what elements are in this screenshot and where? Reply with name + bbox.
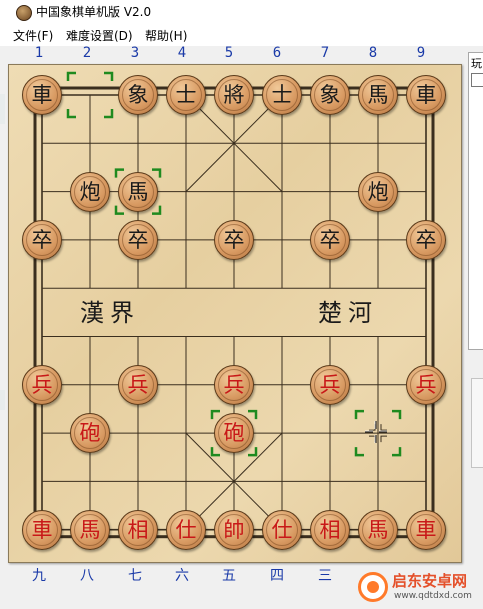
crosshair-cursor-icon [365,421,387,443]
red-piece[interactable]: 砲 [70,413,110,454]
black-piece[interactable]: 卒 [22,219,62,260]
selection-marker [354,447,364,457]
selection-marker [104,109,114,119]
watermark-logo-icon [358,572,388,602]
selection-marker [152,168,162,178]
black-piece[interactable]: 士 [166,75,206,115]
black-piece[interactable]: 士 [262,75,302,115]
black-piece[interactable]: 車 [22,75,62,115]
column-label-cn: 六 [175,568,189,584]
red-piece[interactable]: 車 [22,509,62,550]
red-piece[interactable]: 仕 [262,509,302,550]
black-piece[interactable]: 卒 [406,219,446,260]
red-piece[interactable]: 兵 [22,364,62,405]
watermark-title: 启东安卓网 [392,572,468,590]
black-piece[interactable]: 炮 [70,171,110,212]
side-panel-checkbox[interactable] [471,73,483,87]
black-piece[interactable]: 象 [118,75,158,115]
red-piece[interactable]: 相 [118,509,158,550]
red-piece[interactable]: 兵 [118,364,158,405]
black-piece[interactable]: 將 [214,75,254,115]
red-piece[interactable]: 馬 [70,509,110,550]
column-label-cn: 三 [318,568,332,584]
column-label-cn: 九 [32,568,46,584]
red-piece[interactable]: 砲 [214,413,254,454]
side-panel-label: 玩 [471,57,482,70]
red-piece[interactable]: 馬 [358,509,398,550]
selection-marker [210,447,220,457]
selection-marker [66,71,76,81]
watermark: 启东安卓网 www.qdtdxd.com [358,570,483,606]
black-piece[interactable]: 卒 [310,219,350,260]
column-label-cn: 七 [128,568,142,584]
side-panel [468,52,483,350]
selection-marker [114,205,124,215]
red-piece[interactable]: 車 [406,509,446,550]
column-label-cn: 四 [270,568,284,584]
selection-marker [104,71,114,81]
selection-marker [392,409,402,420]
red-piece[interactable]: 相 [310,509,350,550]
selection-marker [66,109,76,119]
red-piece[interactable]: 兵 [310,364,350,405]
red-piece[interactable]: 仕 [166,509,206,550]
black-piece[interactable]: 馬 [358,75,398,115]
selection-marker [354,409,364,420]
selection-marker [152,205,162,215]
selection-marker [392,447,402,457]
side-panel-group [471,378,483,468]
black-piece[interactable]: 象 [310,75,350,115]
river-label-han: 漢界 [80,299,140,327]
watermark-url: www.qdtdxd.com [394,591,472,601]
selection-marker [210,409,220,420]
black-piece[interactable]: 車 [406,75,446,115]
black-piece[interactable]: 炮 [358,171,398,212]
black-piece[interactable]: 馬 [118,171,158,212]
black-piece[interactable]: 卒 [118,219,158,260]
selection-marker [114,168,124,178]
selection-marker [248,409,258,420]
red-piece[interactable]: 兵 [214,364,254,405]
black-piece[interactable]: 卒 [214,219,254,260]
red-piece[interactable]: 兵 [406,364,446,405]
column-label-cn: 五 [222,568,236,584]
selection-marker [248,447,258,457]
red-piece[interactable]: 帥 [214,509,254,550]
river-label-chu: 楚河 [318,299,378,327]
column-label-cn: 八 [80,568,94,584]
